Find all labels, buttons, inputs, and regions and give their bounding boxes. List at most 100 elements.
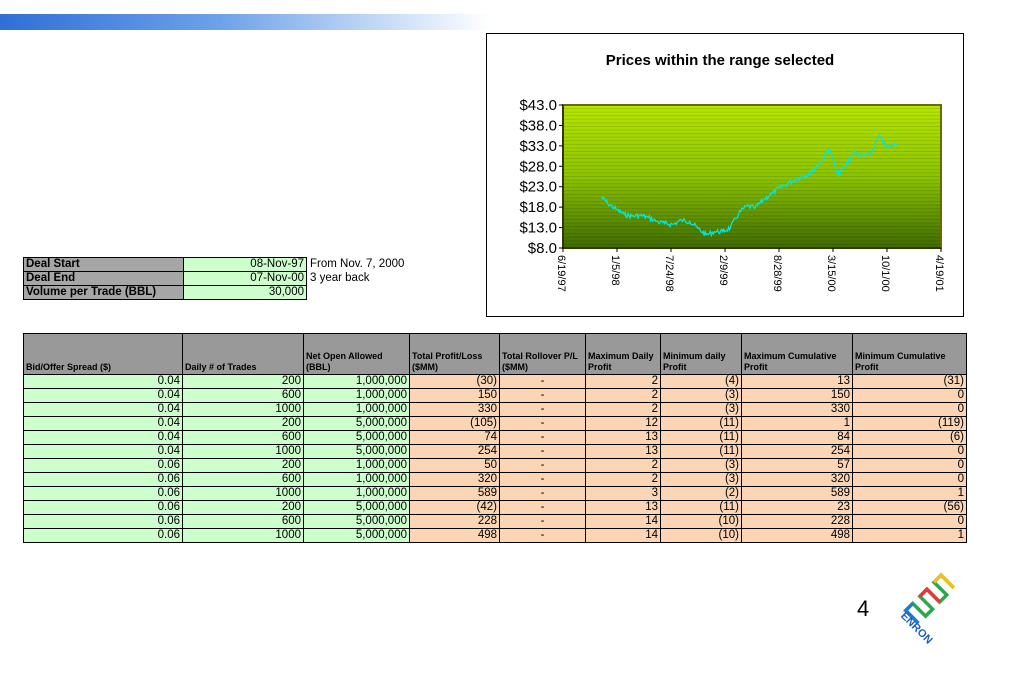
y-tick-label: $8.0 — [528, 240, 557, 257]
table-cell[interactable]: 600 — [182, 388, 304, 403]
table-row: 0.06 1000 5,000,000 498-14 (10) 498 1 — [23, 528, 967, 543]
table-cell[interactable]: 1000 — [182, 444, 304, 459]
y-tick-label: $28.0 — [519, 158, 557, 175]
table-row: 0.06 1000 1,000,000 589-3 (2) 589 1 — [23, 486, 967, 501]
table-cell: - — [499, 528, 586, 543]
x-tick-label: 10/1/00 — [879, 255, 891, 292]
table-cell: (56) — [852, 500, 967, 515]
table-cell: 0 — [852, 402, 967, 417]
table-cell[interactable]: 0.06 — [23, 528, 183, 543]
table-cell[interactable]: 1,000,000 — [303, 458, 410, 473]
x-tick-label: 3/15/00 — [825, 255, 837, 292]
table-row: 0.04 200 5,000,000 (105) -12 (11) 1 (119) — [23, 416, 967, 431]
table-cell: (4) — [660, 374, 742, 389]
table-cell: 0 — [852, 514, 967, 529]
table-cell[interactable]: 5,000,000 — [303, 416, 410, 431]
table-cell[interactable]: 1,000,000 — [303, 486, 410, 501]
table-row: 0.06 200 1,000,000 50-2 (3) 57 0 — [23, 458, 967, 473]
table-cell[interactable]: 200 — [182, 458, 304, 473]
table-cell: 589 — [741, 486, 853, 501]
table-cell: 1 — [741, 416, 853, 431]
table-cell: 23 — [741, 500, 853, 515]
y-tick-label: $33.0 — [519, 138, 557, 155]
table-cell[interactable]: 0.04 — [23, 374, 183, 389]
table-cell: 0 — [852, 388, 967, 403]
table-cell[interactable]: 1000 — [182, 486, 304, 501]
table-cell: - — [499, 430, 586, 445]
column-header: Minimum Cumulative Profit — [852, 333, 967, 375]
table-cell[interactable]: 0.04 — [23, 430, 183, 445]
x-tick-label: 2/9/99 — [717, 255, 729, 286]
table-cell[interactable]: 5,000,000 — [303, 430, 410, 445]
table-row: 0.04 600 1,000,000 150-2 (3) 150 0 — [23, 388, 967, 403]
table-cell[interactable]: 0.04 — [23, 388, 183, 403]
table-row: 0.04 600 5,000,000 74-13 (11) 84 (6) — [23, 430, 967, 445]
volume-value[interactable]: 30,000 — [183, 285, 307, 300]
table-cell[interactable]: 1,000,000 — [303, 374, 410, 389]
x-tick-label: 8/28/99 — [771, 255, 783, 292]
table-cell[interactable]: 5,000,000 — [303, 528, 410, 543]
table-cell: - — [499, 472, 586, 487]
results-body: 0.04 200 1,000,000 (30) -2 (4) 13 (31) 0.04 600 1,… — [23, 374, 967, 543]
table-cell[interactable]: 600 — [182, 430, 304, 445]
table-cell[interactable]: 5,000,000 — [303, 514, 410, 529]
table-cell: 14 — [585, 528, 661, 543]
table-cell: 330 — [409, 402, 500, 417]
table-cell[interactable]: 0.06 — [23, 458, 183, 473]
table-cell: 589 — [409, 486, 500, 501]
table-cell: 13 — [741, 374, 853, 389]
table-cell[interactable]: 0.04 — [23, 402, 183, 417]
column-header: Net Open Allowed (BBL) — [303, 333, 410, 375]
table-cell: 254 — [741, 444, 853, 459]
table-cell: (105) — [409, 416, 500, 431]
table-cell[interactable]: 200 — [182, 416, 304, 431]
table-cell[interactable]: 200 — [182, 374, 304, 389]
table-cell: 254 — [409, 444, 500, 459]
table-cell: 14 — [585, 514, 661, 529]
table-cell[interactable]: 1,000,000 — [303, 388, 410, 403]
table-cell: - — [499, 514, 586, 529]
column-header: Maximum Cumulative Profit — [741, 333, 853, 375]
table-cell[interactable]: 0.04 — [23, 444, 183, 459]
y-tick-label: $23.0 — [519, 179, 557, 196]
x-tick-label: 7/24/98 — [663, 255, 675, 292]
table-cell[interactable]: 600 — [182, 472, 304, 487]
table-cell[interactable]: 0.06 — [23, 486, 183, 501]
deal-end-label: Deal End — [23, 271, 184, 286]
table-cell: 0 — [852, 472, 967, 487]
table-cell: 320 — [409, 472, 500, 487]
table-cell[interactable]: 5,000,000 — [303, 444, 410, 459]
table-cell[interactable]: 1000 — [182, 528, 304, 543]
table-cell: 13 — [585, 430, 661, 445]
table-cell[interactable]: 0.06 — [23, 472, 183, 487]
column-header: Total Rollover P/L ($MM) — [499, 333, 586, 375]
table-cell[interactable]: 0.06 — [23, 514, 183, 529]
table-cell: - — [499, 444, 586, 459]
table-cell: 3 — [585, 486, 661, 501]
table-cell[interactable]: 0.06 — [23, 500, 183, 515]
x-tick-label: 1/5/98 — [609, 255, 621, 286]
table-cell[interactable]: 1,000,000 — [303, 472, 410, 487]
table-cell: 1 — [852, 486, 967, 501]
table-cell[interactable]: 1,000,000 — [303, 402, 410, 417]
column-header: Total Profit/Loss ($MM) — [409, 333, 500, 375]
table-cell: (11) — [660, 444, 742, 459]
table-cell[interactable]: 5,000,000 — [303, 500, 410, 515]
table-cell: 498 — [409, 528, 500, 543]
table-cell[interactable]: 1000 — [182, 402, 304, 417]
table-row: 0.06 600 5,000,000 228-14 (10) 228 0 — [23, 514, 967, 529]
y-tick-label: $13.0 — [519, 220, 557, 237]
table-cell: 228 — [741, 514, 853, 529]
page-number: 4 — [857, 596, 870, 621]
deal-end-value[interactable]: 07-Nov-00 — [183, 271, 307, 286]
column-header: Maximum Daily Profit — [585, 333, 661, 375]
table-cell[interactable]: 200 — [182, 500, 304, 515]
logo-text: ENRON — [898, 610, 935, 646]
table-cell: 2 — [585, 472, 661, 487]
table-cell: (11) — [660, 430, 742, 445]
y-tick-label: $18.0 — [519, 199, 557, 216]
volume-label: Volume per Trade (BBL) — [23, 285, 184, 300]
table-cell[interactable]: 0.04 — [23, 416, 183, 431]
table-cell[interactable]: 600 — [182, 514, 304, 529]
deal-start-value[interactable]: 08-Nov-97 — [183, 257, 307, 272]
